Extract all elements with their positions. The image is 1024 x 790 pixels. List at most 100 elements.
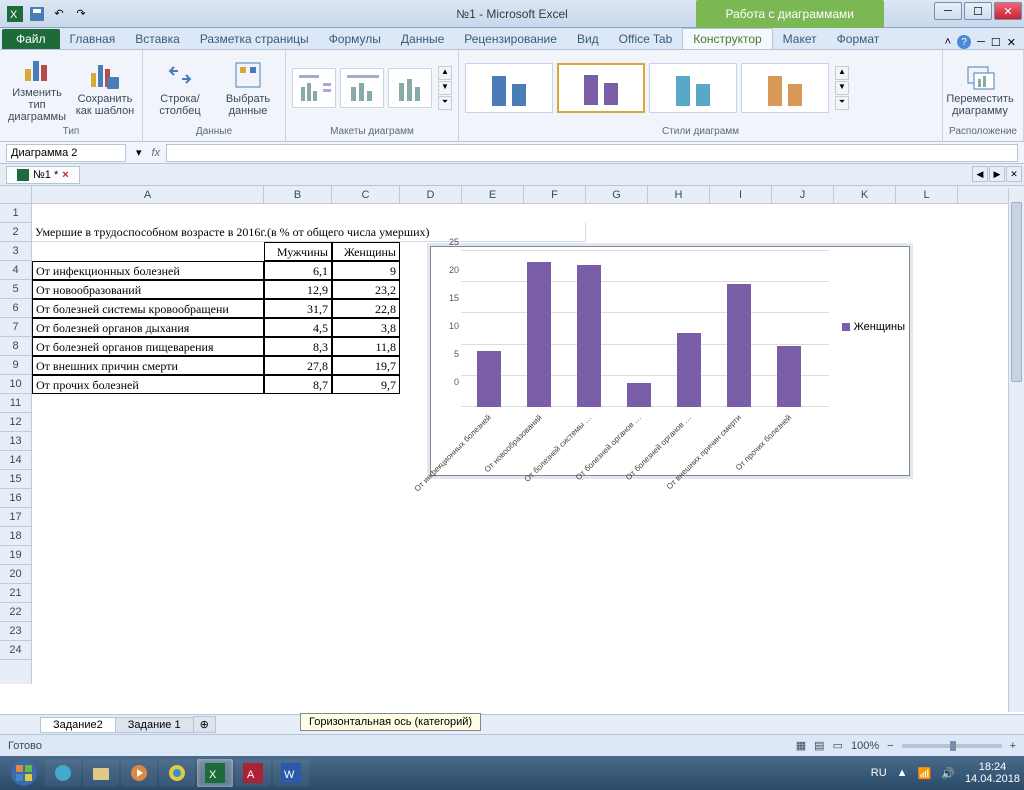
- cell[interactable]: 11,8: [332, 337, 400, 356]
- cell[interactable]: От болезней органов дыхания: [32, 318, 264, 337]
- cell[interactable]: От инфекционных болезней: [32, 261, 264, 280]
- tb-access-icon[interactable]: A: [235, 759, 271, 787]
- row-header[interactable]: 15: [0, 470, 31, 489]
- tb-excel-icon[interactable]: X: [197, 759, 233, 787]
- cell[interactable]: От болезней органов пищеварения: [32, 337, 264, 356]
- chart1-legend[interactable]: Женщины: [842, 319, 905, 335]
- row-header[interactable]: 18: [0, 527, 31, 546]
- tray-network-icon[interactable]: 📶: [918, 767, 932, 780]
- zoom-out[interactable]: −: [887, 740, 893, 752]
- sheet-tab-2[interactable]: Задание 1: [115, 717, 194, 733]
- select-all-corner[interactable]: [0, 186, 32, 203]
- doc-nav-left[interactable]: ◀: [972, 166, 988, 182]
- row-header[interactable]: 20: [0, 565, 31, 584]
- style-scroll-down[interactable]: ▼: [835, 81, 849, 95]
- help-icon[interactable]: ?: [957, 35, 971, 49]
- zoom-level[interactable]: 100%: [851, 740, 879, 752]
- sheet-tab-new[interactable]: ⊕: [193, 716, 216, 733]
- tb-wmp-icon[interactable]: [121, 759, 157, 787]
- style-scroll-up[interactable]: ▲: [835, 66, 849, 80]
- row-header[interactable]: 13: [0, 432, 31, 451]
- tb-explorer-icon[interactable]: [83, 759, 119, 787]
- close-button[interactable]: ✕: [994, 2, 1022, 20]
- row-header[interactable]: 22: [0, 603, 31, 622]
- row-header[interactable]: 8: [0, 337, 31, 356]
- minimize-button[interactable]: ─: [934, 2, 962, 20]
- cell[interactable]: 19,7: [332, 356, 400, 375]
- tray-lang[interactable]: RU: [871, 767, 887, 779]
- cell[interactable]: 31,7: [264, 299, 332, 318]
- change-chart-type-button[interactable]: Изменить тип диаграммы: [6, 53, 68, 123]
- row-header[interactable]: 19: [0, 546, 31, 565]
- save-template-button[interactable]: Сохранить как шаблон: [74, 59, 136, 117]
- col-header[interactable]: F: [524, 186, 586, 203]
- tray-sound-icon[interactable]: 🔊: [941, 767, 955, 780]
- doc-nav-right[interactable]: ▶: [989, 166, 1005, 182]
- row-header[interactable]: 4: [0, 261, 31, 280]
- row-header[interactable]: 2: [0, 223, 31, 242]
- cell[interactable]: 8,7: [264, 375, 332, 394]
- style-more[interactable]: ⏷: [835, 96, 849, 110]
- row-header[interactable]: 14: [0, 451, 31, 470]
- row-header[interactable]: 1: [0, 204, 31, 223]
- cell[interactable]: 9: [332, 261, 400, 280]
- start-button[interactable]: [4, 758, 44, 788]
- select-data-button[interactable]: Выбрать данные: [217, 59, 279, 117]
- tab-view[interactable]: Вид: [567, 29, 609, 49]
- row-header[interactable]: 6: [0, 299, 31, 318]
- tab-format[interactable]: Формат: [827, 29, 890, 49]
- cell[interactable]: 8,3: [264, 337, 332, 356]
- tab-formulas[interactable]: Формулы: [319, 29, 391, 49]
- formula-input[interactable]: [166, 144, 1018, 162]
- col-header[interactable]: D: [400, 186, 462, 203]
- col-header[interactable]: B: [264, 186, 332, 203]
- name-box[interactable]: [6, 144, 126, 162]
- cell[interactable]: 9,7: [332, 375, 400, 394]
- cell[interactable]: 3,8: [332, 318, 400, 337]
- cell[interactable]: 23,2: [332, 280, 400, 299]
- zoom-in[interactable]: +: [1010, 740, 1016, 752]
- tab-layout[interactable]: Макет: [773, 29, 827, 49]
- col-header[interactable]: L: [896, 186, 958, 203]
- col-header[interactable]: C: [332, 186, 400, 203]
- row-header[interactable]: 21: [0, 584, 31, 603]
- col-header[interactable]: I: [710, 186, 772, 203]
- layout-more[interactable]: ⏷: [438, 96, 452, 110]
- col-header[interactable]: J: [772, 186, 834, 203]
- col-header[interactable]: H: [648, 186, 710, 203]
- maximize-button[interactable]: ☐: [964, 2, 992, 20]
- tab-home[interactable]: Главная: [60, 29, 126, 49]
- row-header[interactable]: 9: [0, 356, 31, 375]
- workbook-restore-icon[interactable]: ☐: [991, 36, 1001, 49]
- file-tab[interactable]: Файл: [2, 29, 60, 49]
- cell[interactable]: 22,8: [332, 299, 400, 318]
- cell[interactable]: От прочих болезней: [32, 375, 264, 394]
- chart1-plot[interactable]: [461, 251, 829, 407]
- col-header[interactable]: K: [834, 186, 896, 203]
- row-header[interactable]: 3: [0, 242, 31, 261]
- redo-icon[interactable]: ↷: [72, 5, 90, 23]
- move-chart-button[interactable]: Переместить диаграмму: [949, 59, 1011, 117]
- fx-label[interactable]: fx: [146, 147, 167, 159]
- tb-chrome-icon[interactable]: [159, 759, 195, 787]
- cell[interactable]: Женщины: [332, 242, 400, 261]
- doc-tab-close-icon[interactable]: ×: [62, 169, 68, 181]
- row-header[interactable]: 16: [0, 489, 31, 508]
- tab-office[interactable]: Office Tab: [609, 29, 683, 49]
- layout-1[interactable]: [292, 68, 336, 108]
- style-3[interactable]: [649, 63, 737, 113]
- row-header[interactable]: 10: [0, 375, 31, 394]
- cell[interactable]: Мужчины: [264, 242, 332, 261]
- style-1[interactable]: [465, 63, 553, 113]
- layout-2[interactable]: [340, 68, 384, 108]
- col-header[interactable]: G: [586, 186, 648, 203]
- col-header[interactable]: E: [462, 186, 524, 203]
- row-header[interactable]: 5: [0, 280, 31, 299]
- save-icon[interactable]: [28, 5, 46, 23]
- ribbon-minimize-icon[interactable]: ˄: [945, 36, 951, 48]
- view-layout-icon[interactable]: ▤: [814, 739, 824, 752]
- layout-scroll-up[interactable]: ▲: [438, 66, 452, 80]
- row-header[interactable]: 7: [0, 318, 31, 337]
- chart1-x-axis[interactable]: От инфекционных болезнейОт новообразован…: [461, 407, 829, 475]
- embedded-chart-women[interactable]: 0 5 10 15 20 25 Женщины От инфекционных …: [430, 246, 910, 476]
